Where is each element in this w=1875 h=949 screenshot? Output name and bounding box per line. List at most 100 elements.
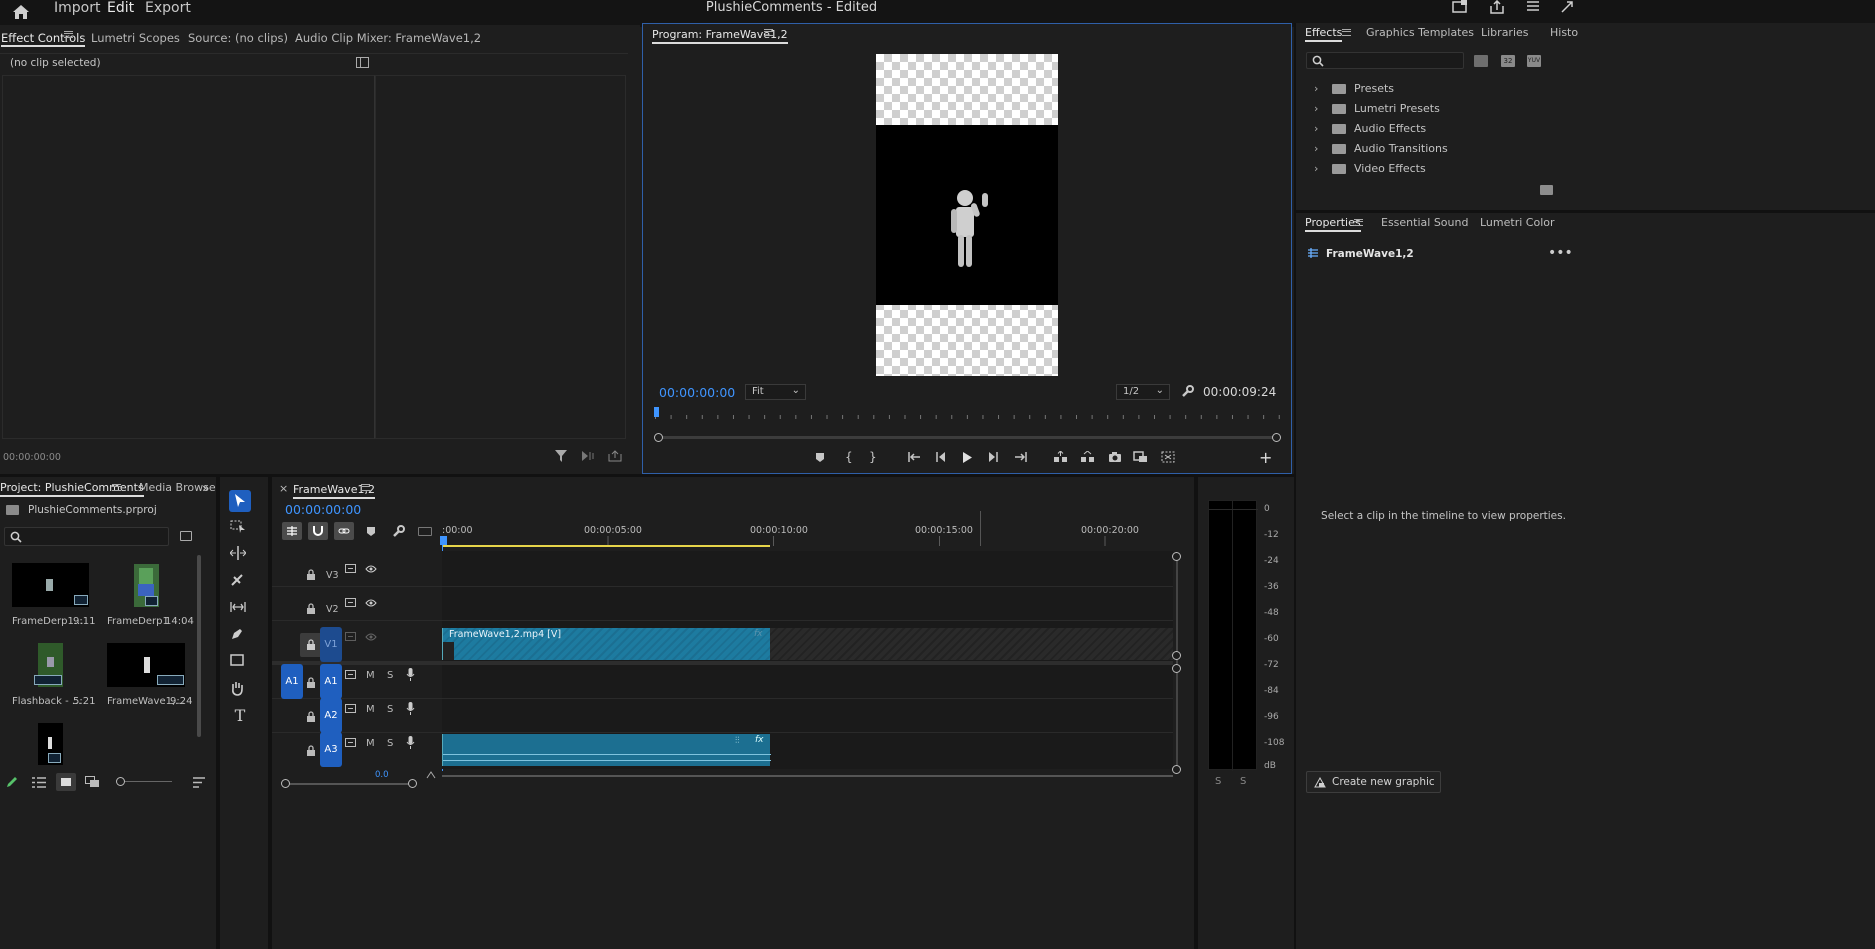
track-lock-icon[interactable] [306, 603, 316, 614]
sort-icon[interactable] [193, 777, 205, 788]
thumbnail-item-5[interactable] [38, 723, 63, 765]
play-icon[interactable] [962, 452, 972, 463]
close-sequence-icon[interactable]: × [279, 482, 288, 495]
program-menu-icon[interactable] [764, 29, 773, 36]
sync-lock-icon[interactable] [345, 670, 356, 679]
track-select-tool-icon[interactable] [230, 519, 250, 539]
mark-out-icon[interactable]: } [869, 450, 877, 464]
mute-button[interactable]: M [366, 670, 375, 681]
work-area-bar[interactable] [442, 545, 770, 547]
video-clip[interactable]: FrameWave1,2.mp4 [V] fx [442, 628, 770, 660]
extract-icon[interactable] [1080, 451, 1095, 463]
fullscreen-icon[interactable] [1560, 0, 1574, 14]
tree-item-video-effects[interactable]: › Video Effects [1314, 159, 1426, 174]
program-timecode[interactable]: 00:00:00:00 [659, 385, 735, 400]
tab-graphics-templates[interactable]: Graphics Templates [1366, 20, 1474, 46]
resolution-select[interactable]: 1/2 ⌄ [1116, 384, 1170, 400]
captions-icon[interactable] [418, 527, 432, 536]
tree-item-audio-transitions[interactable]: › Audio Transitions [1314, 139, 1448, 159]
pen-tool-icon[interactable] [230, 627, 250, 647]
filter-icon[interactable] [555, 450, 567, 462]
program-time-ruler[interactable] [655, 407, 1280, 421]
ripple-edit-tool-icon[interactable] [230, 546, 250, 566]
effects-search-input[interactable] [1306, 52, 1464, 69]
timeline-menu-icon[interactable] [361, 484, 370, 491]
vr-video-icon[interactable] [1161, 451, 1175, 463]
project-scrollbar[interactable] [197, 555, 201, 737]
sync-lock-icon[interactable] [345, 632, 356, 641]
source-patch-a1[interactable]: A1 [281, 664, 303, 699]
meter-solo-left[interactable]: S [1215, 776, 1221, 787]
export-icon[interactable] [608, 450, 622, 462]
track-target-a2[interactable]: A2 [320, 698, 342, 733]
zoom-slider-track[interactable] [125, 781, 172, 782]
properties-menu-icon[interactable] [1354, 219, 1363, 226]
sync-lock-icon[interactable] [345, 564, 356, 573]
lift-icon[interactable] [1053, 451, 1068, 463]
solo-button[interactable]: S [387, 670, 393, 681]
timeline-timecode[interactable]: 00:00:00:00 [285, 502, 361, 517]
mute-button[interactable]: M [366, 738, 375, 749]
scroll-handle-left[interactable] [654, 433, 663, 442]
scroll-handle-mid[interactable] [1172, 651, 1181, 660]
tab-project[interactable]: Project: PlushieComments [0, 475, 144, 501]
solo-button[interactable]: S [387, 704, 393, 715]
rectangle-tool-icon[interactable] [230, 654, 250, 674]
mute-button[interactable]: M [366, 704, 375, 715]
razor-tool-icon[interactable] [230, 573, 250, 593]
snap-button[interactable] [308, 522, 328, 540]
new-folder-icon[interactable] [1540, 185, 1553, 195]
quick-export-icon[interactable] [1452, 0, 1468, 14]
sync-lock-icon[interactable] [345, 598, 356, 607]
add-marker-icon[interactable] [366, 526, 376, 537]
yuv-effects-icon[interactable]: YUV [1527, 55, 1541, 67]
zoom-slider-handle[interactable] [116, 777, 125, 786]
step-back-icon[interactable] [936, 452, 946, 462]
step-forward-icon[interactable] [988, 452, 998, 462]
effects-menu-icon[interactable] [1342, 29, 1351, 36]
sync-lock-icon[interactable] [345, 738, 356, 747]
export-frame-icon[interactable] [1108, 451, 1122, 463]
microphone-icon[interactable] [406, 736, 415, 749]
track-lock-icon[interactable] [306, 711, 316, 722]
thumbnail-framewave1[interactable] [107, 643, 185, 687]
add-marker-icon[interactable] [815, 452, 825, 463]
hand-tool-icon[interactable] [230, 681, 250, 701]
play-audio-icon[interactable] [581, 450, 595, 462]
program-video-frame[interactable] [876, 54, 1058, 376]
workspaces-icon[interactable] [1525, 0, 1541, 14]
tab-lumetri-color[interactable]: Lumetri Color [1480, 210, 1555, 236]
settings-wrench-icon[interactable] [1181, 385, 1194, 398]
solo-button[interactable]: S [387, 738, 393, 749]
audio-clip[interactable]: ⫶⫶ fx [442, 734, 771, 766]
panel-menu-icon[interactable] [64, 31, 73, 38]
go-to-out-icon[interactable] [1014, 452, 1027, 462]
track-lock-icon[interactable] [306, 569, 316, 580]
tab-libraries[interactable]: Libraries [1481, 20, 1529, 46]
horizontal-scroll-bar[interactable] [442, 775, 1173, 777]
nest-toggle-button[interactable] [282, 522, 302, 540]
tab-essential-sound[interactable]: Essential Sound [1381, 210, 1468, 236]
comparison-view-icon[interactable] [1133, 451, 1148, 463]
tab-effects[interactable]: Effects [1305, 20, 1343, 46]
tree-item-presets[interactable]: › Presets [1314, 79, 1394, 99]
button-editor-add-icon[interactable]: + [1259, 448, 1272, 467]
eye-icon[interactable] [365, 565, 377, 573]
tab-effect-controls[interactable]: Effect Controls [1, 25, 86, 51]
slip-tool-icon[interactable] [230, 600, 250, 620]
freeform-view-icon[interactable] [85, 776, 100, 788]
mark-in-icon[interactable]: { [845, 450, 853, 464]
tab-lumetri-scopes[interactable]: Lumetri Scopes [91, 25, 180, 51]
tree-item-lumetri-presets[interactable]: › Lumetri Presets [1314, 99, 1440, 119]
timeline-settings-wrench-icon[interactable] [392, 525, 405, 538]
zoom-handle-right[interactable] [408, 779, 417, 788]
tab-source[interactable]: Source: (no clips) [188, 25, 288, 51]
program-playhead[interactable] [654, 407, 659, 417]
track-lock-icon[interactable] [306, 677, 316, 688]
icon-view-button[interactable] [56, 773, 76, 791]
eye-icon[interactable] [365, 633, 377, 641]
more-panels-icon[interactable]: » [202, 481, 209, 495]
scroll-handle-bottom[interactable] [1172, 765, 1181, 774]
32bit-effects-icon[interactable]: 32 [1501, 55, 1515, 67]
sync-lock-icon[interactable] [345, 704, 356, 713]
